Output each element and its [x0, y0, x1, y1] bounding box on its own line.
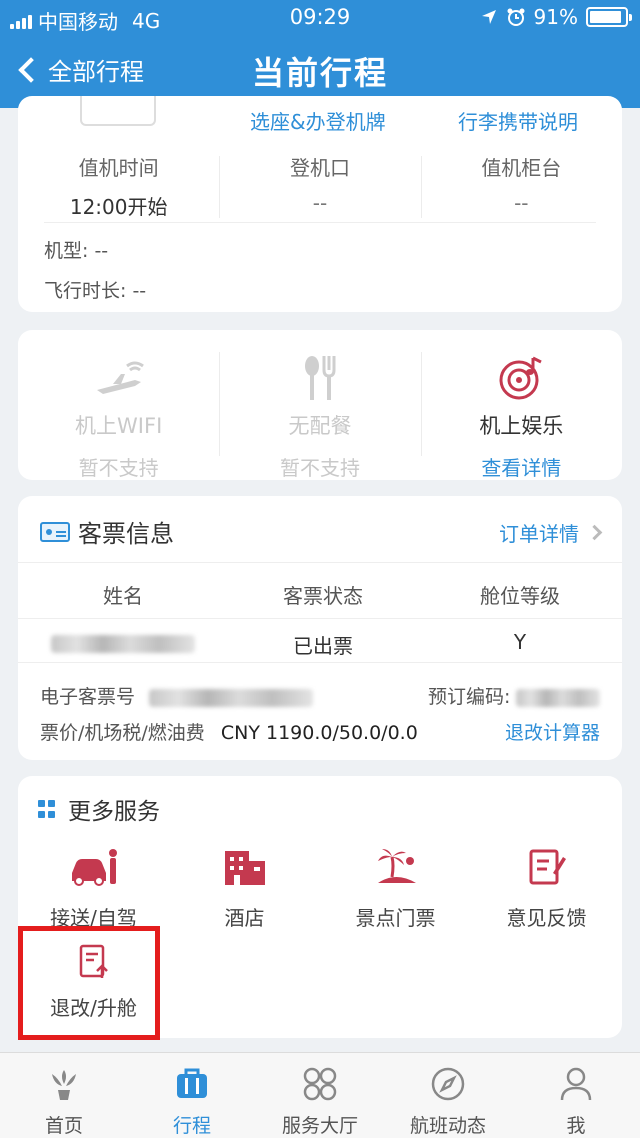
tab-trips-label: 行程	[172, 1115, 211, 1137]
service-attraction-label: 景点门票	[355, 906, 436, 930]
cabin-class-value: Y	[513, 630, 527, 654]
service-attraction-tickets[interactable]: 景点门票	[320, 842, 471, 931]
boarding-pass-icon	[80, 96, 156, 126]
grid-icon	[38, 800, 56, 818]
wifi-feature: 机上WIFI 暂不支持	[18, 330, 219, 480]
flight-duration: 飞行时长: --	[44, 280, 147, 302]
flight-info-card: 选座&办登机牌 行李携带说明 值机时间 12:00开始 登机口 -- 值机柜台 …	[18, 96, 622, 312]
alarm-icon	[507, 8, 525, 26]
service-feedback-label: 意见反馈	[506, 906, 587, 930]
tab-bar: 首页 行程 服务大厅 航班动态 我	[0, 1052, 640, 1138]
tab-me-label: 我	[566, 1115, 586, 1137]
location-arrow-icon	[481, 10, 496, 24]
eticket-row: 电子客票号	[40, 682, 314, 709]
ticket-info-card: 客票信息 订单详情 姓名 客票状态 舱位等级 已出票 Y 电子客票号 预订编码:…	[18, 496, 622, 760]
booking-code-row: 预订编码:	[428, 682, 601, 709]
battery-icon	[586, 7, 632, 27]
tab-services[interactable]: 服务大厅	[256, 1053, 384, 1138]
name-header: 姓名	[103, 584, 143, 608]
page-title: 当前行程	[251, 54, 388, 92]
order-details-link[interactable]: 订单详情	[499, 518, 603, 547]
utensils-icon	[304, 356, 336, 400]
checkin-time-label: 值机时间	[78, 156, 159, 180]
services-grid-icon	[303, 1067, 337, 1101]
music-disc-icon	[499, 356, 542, 400]
checkin-time-value: 12:00开始	[69, 195, 168, 219]
fare-label: 票价/机场税/燃油费	[40, 722, 205, 744]
refund-calculator-link[interactable]: 退改计算器	[505, 718, 600, 745]
order-details-label: 订单详情	[499, 522, 579, 546]
hotel-icon	[224, 851, 265, 885]
feedback-edit-icon	[529, 849, 566, 885]
fare-row: 票价/机场税/燃油费 CNY 1190.0/50.0/0.0	[40, 718, 418, 745]
eticket-label: 电子客票号	[40, 686, 136, 708]
gate-column: 登机口 --	[219, 146, 420, 222]
checkin-counter-label: 值机柜台	[481, 156, 562, 180]
service-hotel-label: 酒店	[224, 906, 265, 930]
ticket-status-value: 已出票	[293, 634, 353, 658]
entertainment-label: 机上娱乐	[479, 414, 564, 438]
service-transfer[interactable]: 接送/自驾	[18, 842, 169, 931]
tab-home[interactable]: 首页	[0, 1053, 128, 1138]
meal-feature: 无配餐 暂不支持	[219, 330, 420, 480]
tab-home-label: 首页	[44, 1115, 83, 1137]
booking-code-label: 预订编码:	[428, 686, 511, 708]
booking-code-redacted	[516, 688, 601, 707]
fare-value: CNY 1190.0/50.0/0.0	[220, 722, 418, 744]
suitcase-icon	[177, 1068, 207, 1098]
eticket-number-redacted	[149, 688, 314, 707]
tab-flight-status-label: 航班动态	[409, 1115, 486, 1137]
gate-value: --	[312, 191, 328, 215]
chevron-right-icon	[586, 524, 603, 541]
divider	[44, 222, 596, 223]
tab-trips[interactable]: 行程	[128, 1053, 256, 1138]
divider	[18, 562, 622, 563]
checkin-time-column: 值机时间 12:00开始	[18, 146, 219, 222]
checkin-counter-column: 值机柜台 --	[420, 146, 622, 222]
service-feedback[interactable]: 意见反馈	[471, 842, 622, 931]
car-person-icon	[71, 849, 117, 886]
cabin-header: 舱位等级	[480, 584, 560, 608]
divider	[18, 618, 622, 619]
status-bar: 中国移动 4G 09:29 91%	[0, 0, 640, 34]
status-header: 客票状态	[283, 584, 363, 608]
highlight-box	[18, 926, 160, 1040]
meal-label: 无配餐	[288, 414, 352, 438]
more-services-title: 更多服务	[68, 799, 160, 825]
divider	[18, 662, 622, 663]
entertainment-details-link[interactable]: 查看详情	[421, 452, 622, 481]
service-hotel[interactable]: 酒店	[169, 842, 320, 931]
gate-label: 登机口	[289, 156, 350, 180]
tab-services-label: 服务大厅	[281, 1115, 358, 1137]
battery-percent: 91%	[533, 5, 578, 29]
ticket-icon	[40, 521, 70, 542]
passenger-name-redacted	[51, 634, 195, 653]
ticket-table-row: 已出票 Y	[18, 630, 622, 659]
checkin-counter-value: --	[514, 191, 529, 215]
ticket-section-title: 客票信息	[78, 520, 174, 548]
user-icon	[560, 1067, 592, 1101]
meal-status: 暂不支持	[279, 456, 360, 480]
baggage-info-link[interactable]: 行李携带说明	[458, 106, 578, 135]
ticket-table-header: 姓名 客票状态 舱位等级	[18, 580, 622, 609]
plane-wifi-icon	[96, 361, 144, 394]
palm-beach-icon	[377, 849, 416, 883]
tab-flight-status[interactable]: 航班动态	[384, 1053, 512, 1138]
wifi-status: 暂不支持	[78, 456, 159, 480]
aircraft-type: 机型: --	[44, 240, 109, 262]
airline-logo-icon	[52, 1070, 76, 1100]
seat-checkin-link[interactable]: 选座&办登机牌	[250, 106, 386, 135]
entertainment-feature[interactable]: 机上娱乐 查看详情	[420, 330, 622, 481]
tab-me[interactable]: 我	[512, 1053, 640, 1138]
onboard-services-card: 机上WIFI 暂不支持 无配餐 暂不支持 机上娱乐 查看详情	[18, 330, 622, 480]
compass-icon	[431, 1067, 465, 1101]
wifi-label: 机上WIFI	[75, 414, 163, 438]
